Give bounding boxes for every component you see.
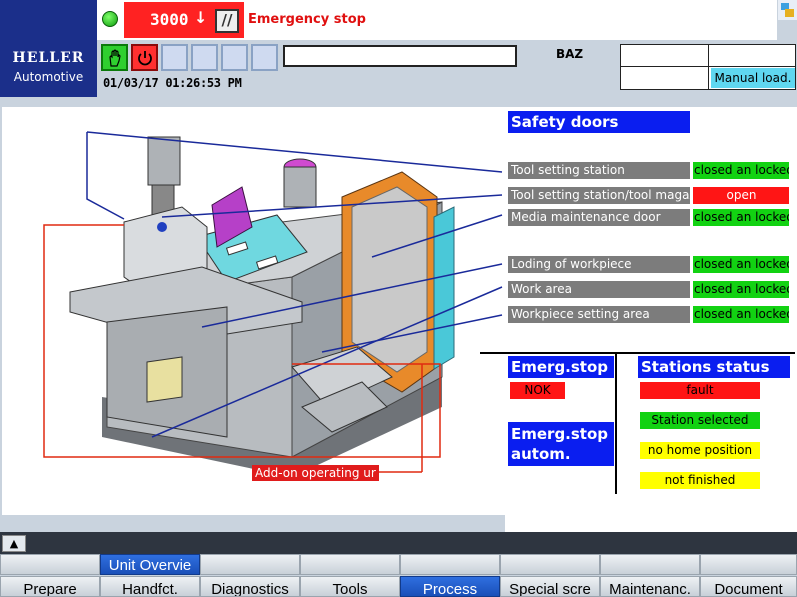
station-status-selected: Station selected — [640, 412, 760, 429]
stations-status-title: Stations status — [638, 356, 790, 378]
door-status: closed an locked — [693, 162, 789, 179]
horizontal-softkey-unit-overview[interactable]: Unit Overvie — [100, 554, 200, 575]
toolbar-empty-button-2[interactable] — [191, 44, 218, 71]
station-status-fault: fault — [640, 382, 760, 399]
door-label: Work area — [508, 281, 690, 298]
message-line — [283, 45, 517, 67]
mode-cell — [621, 45, 709, 67]
operating-mode-label: Manual load. — [711, 68, 795, 88]
section-divider-horizontal — [480, 352, 795, 354]
emerg-stop-autom-line2: autom. — [511, 445, 571, 463]
softkey-document[interactable]: Document — [700, 576, 797, 597]
door-label: Tool setting station — [508, 162, 690, 179]
softkey-handfct[interactable]: Handfct. — [100, 576, 200, 597]
brand-subtitle: Automotive — [13, 70, 84, 84]
horizontal-softkey-top-8[interactable] — [700, 554, 797, 575]
power-icon — [138, 51, 152, 66]
horizontal-softkey-top-1[interactable] — [0, 554, 100, 575]
brand-name: HELLER — [12, 50, 85, 66]
section-divider-vertical — [615, 354, 617, 494]
toolbar-empty-button-3[interactable] — [221, 44, 248, 71]
door-status: closed an locked — [693, 306, 789, 323]
emerg-stop-autom-line1: Emerg.stop — [511, 425, 609, 443]
mode-cell — [709, 45, 795, 67]
arrow-down-icon: ↓ — [194, 8, 208, 27]
window-switch-icon[interactable] — [778, 0, 797, 20]
horizontal-softkey-top-4[interactable] — [300, 554, 400, 575]
machine-illustration — [43, 131, 503, 477]
toolbar-empty-button-4[interactable] — [251, 44, 278, 71]
emerg-stop-title: Emerg.stop — [508, 356, 614, 378]
station-status-no-home: no home position — [640, 442, 760, 459]
door-label: Tool setting station/tool magazine — [508, 187, 690, 204]
emerg-stop-autom-title: Emerg.stop autom. — [508, 422, 614, 466]
horizontal-softkey-top-7[interactable] — [600, 554, 700, 575]
add-on-operating-unit-callout: Add-on operating ur — [252, 465, 379, 481]
mode-status-box: Manual load. — [620, 44, 796, 90]
spindle-speed-display: 3000 ↓ // — [124, 2, 244, 38]
door-label: Media maintenance door — [508, 209, 690, 226]
door-status: closed an locked — [693, 256, 789, 273]
station-status-not-finished: not finished — [640, 472, 760, 489]
door-status: closed an locked — [693, 209, 789, 226]
machine-image-panel: Add-on operating ur — [2, 107, 505, 515]
channel-label: BAZ — [556, 47, 584, 61]
softkey-diagnostics[interactable]: Diagnostics — [200, 576, 300, 597]
alarm-message[interactable]: Emergency stop — [248, 12, 366, 27]
softkey-special-screens[interactable]: Special scre — [500, 576, 600, 597]
power-button[interactable] — [131, 44, 158, 71]
recall-button[interactable]: ▲ — [2, 535, 26, 552]
door-label: Loding of workpiece — [508, 256, 690, 273]
softkey-tools[interactable]: Tools — [300, 576, 400, 597]
hand-icon — [109, 49, 121, 67]
horizontal-softkey-top-5[interactable] — [400, 554, 500, 575]
date-time: 01/03/17 01:26:53 PM — [103, 76, 242, 90]
softkey-strip — [0, 532, 797, 554]
horizontal-softkey-top-3[interactable] — [200, 554, 300, 575]
jog-hand-button[interactable] — [101, 44, 128, 71]
chevron-up-icon: ▲ — [9, 537, 19, 550]
softkey-maintenance[interactable]: Maintenanc. — [600, 576, 700, 597]
spindle-speed-value: 3000 — [150, 10, 189, 29]
horizontal-softkey-top-6[interactable] — [500, 554, 600, 575]
toolbar-empty-button-1[interactable] — [161, 44, 188, 71]
safety-doors-title: Safety doors — [508, 111, 690, 133]
door-status: closed an locked — [693, 281, 789, 298]
feed-hold-icon: // — [215, 9, 239, 33]
door-label: Workpiece setting area — [508, 306, 690, 323]
softkey-prepare[interactable]: Prepare — [0, 576, 100, 597]
softkey-process[interactable]: Process — [400, 576, 500, 597]
door-status: open — [693, 187, 789, 204]
status-led-icon — [102, 11, 118, 27]
heller-logo: HELLER Automotive — [0, 0, 97, 97]
emerg-stop-status: NOK — [510, 382, 565, 399]
mode-cell — [621, 67, 709, 89]
